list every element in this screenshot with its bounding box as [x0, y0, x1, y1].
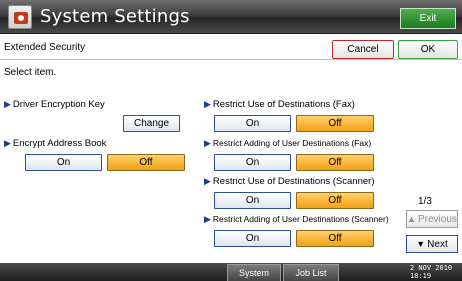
pointer-icon: ▶ — [4, 138, 11, 148]
job-list-tab[interactable]: Job List — [283, 264, 339, 281]
previous-button[interactable]: ▲ Previous — [406, 210, 458, 228]
exit-button[interactable]: Exit — [400, 8, 456, 29]
restrict-use-scanner-label: ▶ Restrict Use of Destinations (Scanner) — [204, 176, 375, 187]
down-triangle-icon: ▼ — [416, 239, 426, 249]
restrict-use-fax-on-button[interactable]: On — [214, 115, 291, 132]
restrict-use-fax-label: ▶ Restrict Use of Destinations (Fax) — [204, 99, 355, 110]
window-title: System Settings — [40, 6, 190, 27]
restrict-adding-fax-on-button[interactable]: On — [214, 154, 291, 171]
page-counter: 1/3 — [418, 196, 432, 207]
pointer-icon: ▶ — [204, 138, 211, 148]
date-time: 2 NOV 2010 18:19 — [410, 264, 452, 280]
up-triangle-icon: ▲ — [407, 214, 416, 224]
cancel-button[interactable]: Cancel — [332, 40, 394, 59]
restrict-adding-scanner-on-button[interactable]: On — [214, 230, 291, 247]
encrypt-address-book-on-button[interactable]: On — [25, 154, 102, 171]
ok-button[interactable]: OK — [398, 40, 458, 59]
time-text: 18:19 — [410, 272, 432, 280]
pointer-icon: ▶ — [204, 99, 211, 109]
pointer-icon: ▶ — [204, 176, 211, 186]
next-button[interactable]: ▼ Next — [406, 235, 458, 253]
date-text: 2 NOV 2010 — [410, 264, 453, 272]
encrypt-address-book-off-button[interactable]: Off — [107, 154, 185, 171]
encrypt-address-book-label: ▶ Encrypt Address Book — [4, 138, 107, 149]
restrict-adding-fax-off-button[interactable]: Off — [296, 154, 374, 171]
system-settings-icon — [8, 5, 32, 29]
system-status-tab[interactable]: System Status — [227, 264, 281, 281]
pointer-icon: ▶ — [204, 214, 211, 224]
restrict-adding-scanner-off-button[interactable]: Off — [296, 230, 374, 247]
restrict-use-fax-off-button[interactable]: Off — [296, 115, 374, 132]
restrict-adding-scanner-label: ▶ Restrict Adding of User Destinations (S… — [204, 214, 389, 224]
driver-encryption-key-label: ▶ Driver Encryption Key — [4, 99, 105, 110]
page-name: Extended Security — [4, 42, 86, 53]
change-button[interactable]: Change — [123, 115, 180, 132]
restrict-adding-fax-label: ▶ Restrict Adding of User Destinations (F… — [204, 138, 372, 148]
restrict-use-scanner-on-button[interactable]: On — [214, 192, 291, 209]
instruction-text: Select item. — [4, 67, 57, 78]
restrict-use-scanner-off-button[interactable]: Off — [296, 192, 374, 209]
pointer-icon: ▶ — [4, 99, 11, 109]
